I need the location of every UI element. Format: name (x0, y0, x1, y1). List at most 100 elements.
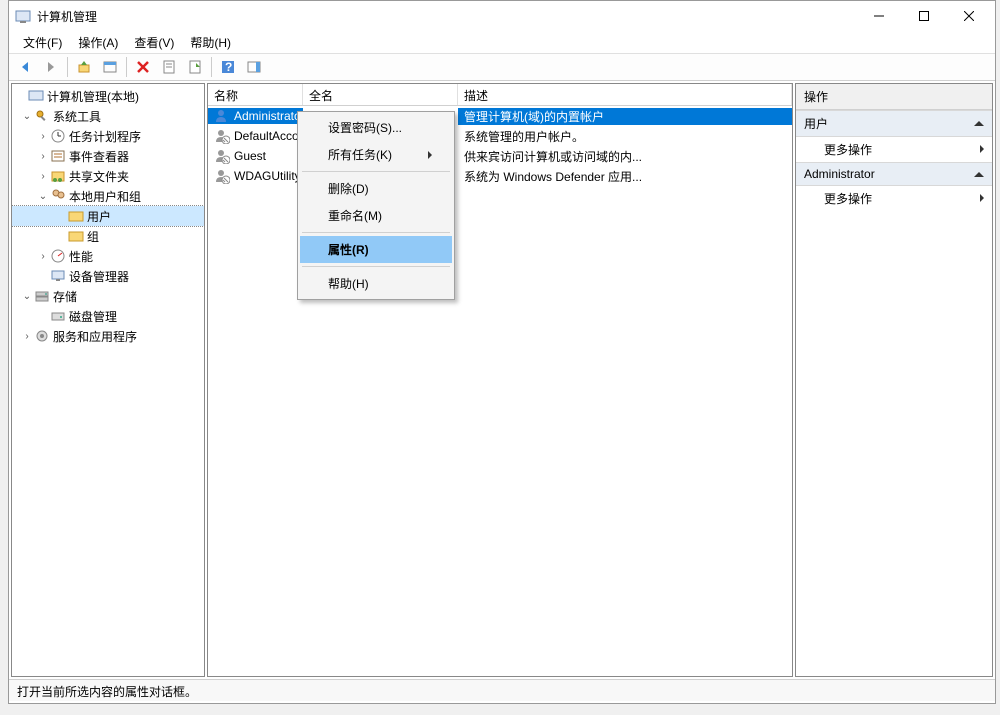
list-row[interactable]: DefaultAccount 系统管理的用户帐户。 (208, 126, 792, 146)
user-name: DefaultAccount (234, 129, 303, 143)
folder-icon (68, 228, 84, 244)
collapse-icon[interactable]: ⌄ (20, 291, 34, 302)
content-area: 计算机管理(本地) ⌄ 系统工具 › 任务计划程序 › 事件查看器 (9, 81, 995, 679)
device-icon (50, 268, 66, 284)
ctx-label: 设置密码(S)... (328, 119, 402, 136)
tree-event-viewer[interactable]: › 事件查看器 (12, 146, 204, 166)
action-pane-button[interactable] (242, 56, 266, 78)
back-button[interactable] (13, 56, 37, 78)
tree-groups[interactable]: 组 (12, 226, 204, 246)
actions-more-1[interactable]: 更多操作 (796, 137, 992, 162)
menu-view[interactable]: 查看(V) (128, 32, 180, 53)
context-menu: 设置密码(S)... 所有任务(K) 删除(D) 重命名(M) 属性(R) 帮助… (297, 111, 455, 300)
forward-button[interactable] (39, 56, 63, 78)
column-name[interactable]: 名称 (208, 84, 303, 105)
ctx-help[interactable]: 帮助(H) (300, 270, 452, 297)
tree-label: 存储 (53, 288, 77, 305)
maximize-button[interactable] (901, 1, 946, 31)
tree-system-tools[interactable]: ⌄ 系统工具 (12, 106, 204, 126)
show-hide-tree-button[interactable] (98, 56, 122, 78)
actions-section-users[interactable]: 用户 (796, 110, 992, 137)
delete-button[interactable] (131, 56, 155, 78)
user-description: 系统管理的用户帐户。 (464, 128, 584, 145)
list-body[interactable]: Administrator管理计算机(域)的内置帐户DefaultAccount… (208, 106, 792, 676)
tree-label: 服务和应用程序 (53, 328, 137, 345)
tree-local-users-groups[interactable]: ⌄ 本地用户和组 (12, 186, 204, 206)
tree-performance[interactable]: › 性能 (12, 246, 204, 266)
event-icon (50, 148, 66, 164)
menu-action[interactable]: 操作(A) (72, 32, 124, 53)
tree-label: 事件查看器 (69, 148, 129, 165)
services-icon (34, 328, 50, 344)
ctx-set-password[interactable]: 设置密码(S)... (300, 114, 452, 141)
tree-pane: 计算机管理(本地) ⌄ 系统工具 › 任务计划程序 › 事件查看器 (11, 83, 205, 677)
actions-more-2[interactable]: 更多操作 (796, 186, 992, 211)
expand-icon[interactable]: › (20, 331, 34, 342)
submenu-icon (980, 194, 984, 202)
submenu-icon (980, 145, 984, 153)
list-row[interactable]: Guest 供来宾访问计算机或访问域的内... (208, 146, 792, 166)
window-controls (856, 1, 991, 31)
titlebar: 计算机管理 (9, 1, 995, 31)
list-row[interactable]: WDAGUtilityAccount系统为 Windows Defender 应… (208, 166, 792, 186)
submenu-icon (428, 151, 432, 159)
collapse-icon[interactable]: ⌄ (20, 111, 34, 122)
minimize-button[interactable] (856, 1, 901, 31)
ctx-rename[interactable]: 重命名(M) (300, 202, 452, 229)
list-pane: 名称 全名 描述 Administrator管理计算机(域)的内置帐户Defau… (207, 83, 793, 677)
actions-header: 操作 (796, 84, 992, 110)
menu-file[interactable]: 文件(F) (17, 32, 68, 53)
export-button[interactable] (183, 56, 207, 78)
column-description[interactable]: 描述 (458, 84, 792, 105)
ctx-separator (302, 232, 450, 233)
toolbar: ? (9, 53, 995, 81)
ctx-all-tasks[interactable]: 所有任务(K) (300, 141, 452, 168)
tree-device-manager[interactable]: 设备管理器 (12, 266, 204, 286)
user-description: 系统为 Windows Defender 应用... (464, 168, 642, 185)
action-label: 更多操作 (824, 143, 872, 157)
tree-label: 设备管理器 (69, 268, 129, 285)
tree-label: 计算机管理(本地) (47, 88, 139, 105)
properties-button[interactable] (157, 56, 181, 78)
column-fullname[interactable]: 全名 (303, 84, 458, 105)
ctx-separator (302, 171, 450, 172)
expand-icon[interactable]: › (36, 131, 50, 142)
collapse-icon (974, 121, 984, 126)
expand-icon[interactable]: › (36, 171, 50, 182)
expand-icon[interactable]: › (36, 251, 50, 262)
tree-disk-management[interactable]: 磁盘管理 (12, 306, 204, 326)
ctx-delete[interactable]: 删除(D) (300, 175, 452, 202)
tree-task-scheduler[interactable]: › 任务计划程序 (12, 126, 204, 146)
status-text: 打开当前所选内容的属性对话框。 (17, 685, 197, 699)
user-name: Guest (234, 149, 266, 163)
tree-label: 系统工具 (53, 108, 101, 125)
actions-section-administrator[interactable]: Administrator (796, 162, 992, 186)
user-description: 供来宾访问计算机或访问域的内... (464, 148, 642, 165)
tools-icon (34, 108, 50, 124)
tree-label: 磁盘管理 (69, 308, 117, 325)
tree-services-apps[interactable]: › 服务和应用程序 (12, 326, 204, 346)
tree-label: 本地用户和组 (69, 188, 141, 205)
tree-shared-folders[interactable]: › 共享文件夹 (12, 166, 204, 186)
menu-help[interactable]: 帮助(H) (184, 32, 237, 53)
disk-icon (50, 308, 66, 324)
user-name: Administrator (234, 109, 303, 123)
tree-users[interactable]: 用户 (12, 206, 204, 226)
user-icon (214, 128, 230, 144)
up-button[interactable] (72, 56, 96, 78)
help-button[interactable]: ? (216, 56, 240, 78)
list-row[interactable]: Administrator管理计算机(域)的内置帐户 (208, 106, 792, 126)
expand-icon[interactable]: › (36, 151, 50, 162)
toolbar-separator (211, 57, 212, 77)
collapse-icon[interactable]: ⌄ (36, 191, 50, 202)
svg-text:?: ? (225, 60, 232, 74)
close-button[interactable] (946, 1, 991, 31)
tree-storage[interactable]: ⌄ 存储 (12, 286, 204, 306)
folder-icon (68, 208, 84, 224)
navigation-tree[interactable]: 计算机管理(本地) ⌄ 系统工具 › 任务计划程序 › 事件查看器 (12, 84, 204, 348)
tree-root[interactable]: 计算机管理(本地) (12, 86, 204, 106)
user-icon (214, 108, 230, 124)
ctx-separator (302, 266, 450, 267)
ctx-properties[interactable]: 属性(R) (300, 236, 452, 263)
user-icon (214, 168, 230, 184)
